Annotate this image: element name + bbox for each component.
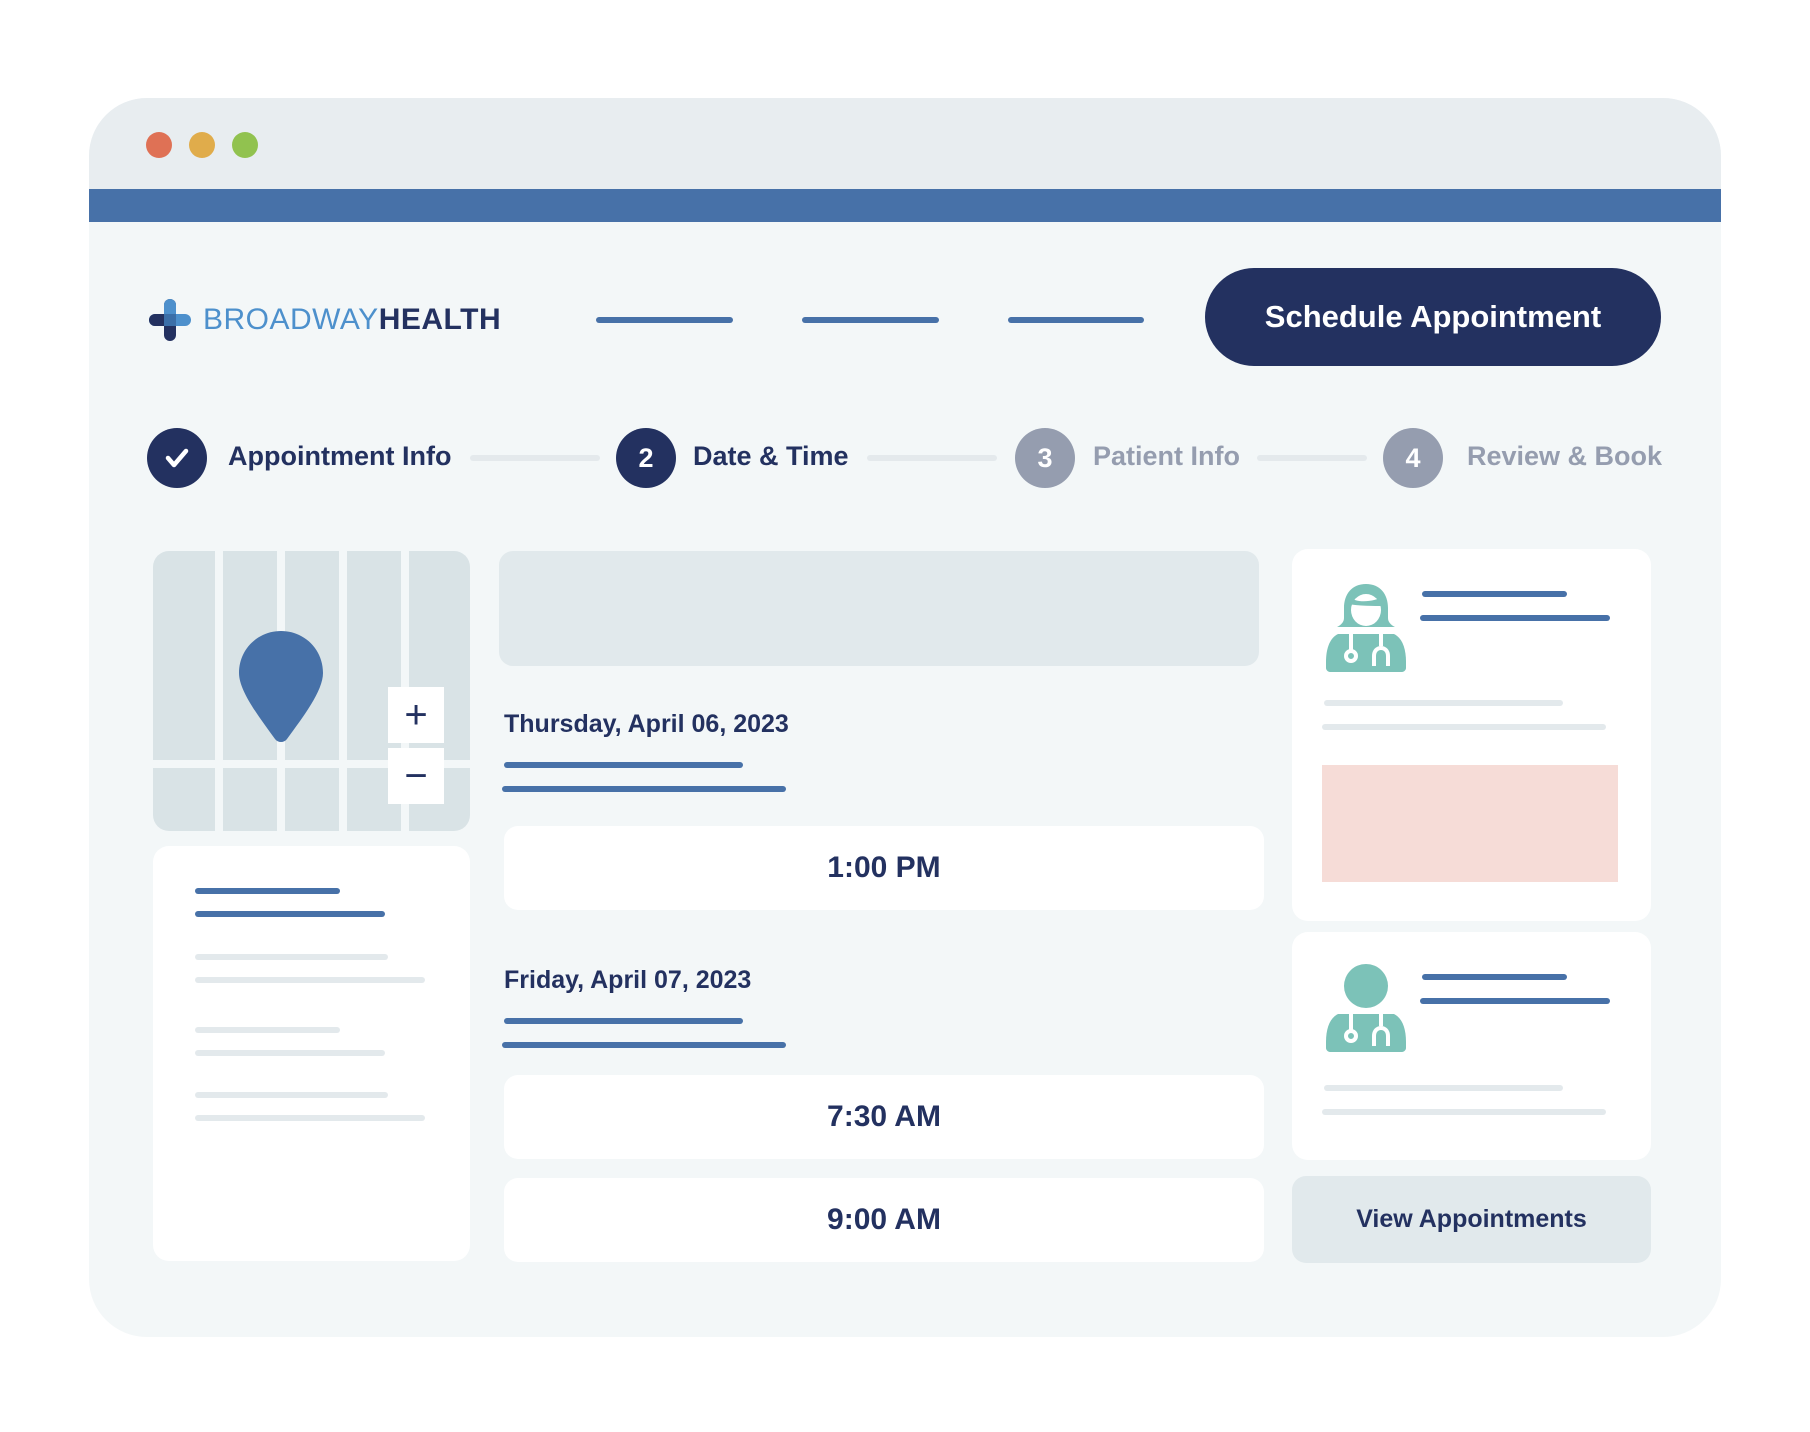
provider-title-line	[1420, 615, 1610, 621]
placeholder-text-line	[195, 1092, 388, 1098]
placeholder-text-line	[195, 1050, 385, 1056]
calendar-banner-placeholder	[499, 551, 1259, 666]
step-2-label[interactable]: Date & Time	[693, 441, 849, 472]
provider-highlight-block	[1322, 765, 1618, 882]
time-slot-button[interactable]: 1:00 PM	[504, 826, 1264, 910]
step-connector	[470, 455, 600, 461]
date-heading: Friday, April 07, 2023	[504, 966, 752, 994]
male-doctor-icon	[1326, 964, 1406, 1052]
step-3-label[interactable]: Patient Info	[1093, 441, 1240, 472]
minimize-window-button[interactable]	[189, 132, 215, 158]
step-4-label[interactable]: Review & Book	[1467, 441, 1662, 472]
time-slot-button[interactable]: 9:00 AM	[504, 1178, 1264, 1262]
placeholder-line	[504, 762, 743, 768]
map-zoom-in-button[interactable]: +	[388, 687, 444, 743]
placeholder-text-line	[1322, 724, 1606, 730]
medical-cross-icon	[149, 299, 191, 341]
nav-link-placeholder[interactable]	[1008, 317, 1144, 323]
logo-text-health: HEALTH	[378, 303, 502, 336]
close-window-button[interactable]	[146, 132, 172, 158]
placeholder-text-line	[195, 1027, 340, 1033]
placeholder-text-line	[195, 1115, 425, 1121]
step-2-indicator: 2	[616, 428, 676, 488]
accent-bar	[89, 189, 1721, 222]
view-appointments-button[interactable]: View Appointments	[1292, 1176, 1651, 1263]
map-pin-icon[interactable]	[237, 629, 325, 745]
placeholder-title-line	[195, 888, 340, 894]
step-connector	[867, 455, 997, 461]
placeholder-line	[502, 1042, 786, 1048]
nav-link-placeholder[interactable]	[802, 317, 939, 323]
schedule-appointment-button[interactable]: Schedule Appointment	[1205, 268, 1661, 366]
step-3-indicator: 3	[1015, 428, 1075, 488]
placeholder-text-line	[1322, 1109, 1606, 1115]
browser-window: BROADWAY HEALTH Schedule Appointment App…	[89, 98, 1721, 1337]
map-street	[215, 551, 223, 831]
provider-card[interactable]	[1292, 932, 1651, 1160]
location-map[interactable]: + −	[153, 551, 470, 831]
step-1-indicator	[147, 428, 207, 488]
map-zoom-out-button[interactable]: −	[388, 748, 444, 804]
provider-title-line	[1420, 998, 1610, 1004]
date-heading: Thursday, April 06, 2023	[504, 710, 789, 738]
maximize-window-button[interactable]	[232, 132, 258, 158]
checkmark-icon	[165, 448, 189, 468]
step-4-indicator: 4	[1383, 428, 1443, 488]
step-1-label[interactable]: Appointment Info	[228, 441, 451, 472]
step-connector	[1257, 455, 1367, 461]
brand-logo[interactable]: BROADWAY HEALTH	[149, 298, 501, 342]
placeholder-title-line	[195, 911, 385, 917]
time-slot-button[interactable]: 7:30 AM	[504, 1075, 1264, 1159]
placeholder-line	[504, 1018, 743, 1024]
title-bar	[89, 98, 1721, 189]
map-street	[339, 551, 347, 831]
logo-text-broadway: BROADWAY	[203, 303, 379, 336]
placeholder-text-line	[195, 977, 425, 983]
placeholder-text-line	[195, 954, 388, 960]
female-doctor-icon	[1326, 584, 1406, 672]
provider-card[interactable]	[1292, 549, 1651, 921]
provider-name-line	[1422, 974, 1567, 980]
placeholder-line	[502, 786, 786, 792]
location-details-card	[153, 846, 470, 1261]
provider-name-line	[1422, 591, 1567, 597]
placeholder-text-line	[1324, 700, 1563, 706]
placeholder-text-line	[1324, 1085, 1563, 1091]
nav-link-placeholder[interactable]	[596, 317, 733, 323]
